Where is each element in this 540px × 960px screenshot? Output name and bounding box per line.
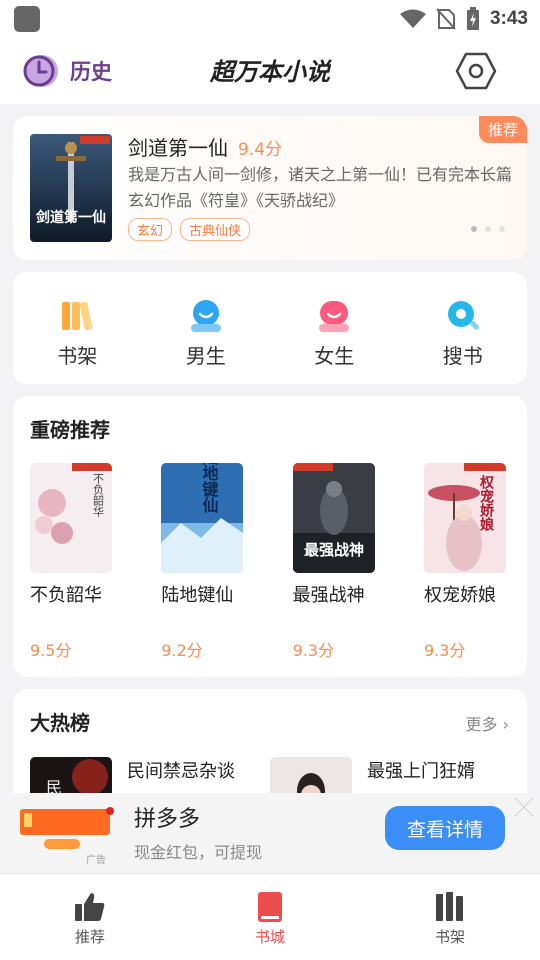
- tab-label: 书城: [254, 928, 285, 946]
- book-name: 最强战神: [292, 585, 365, 606]
- tab-bookshelf[interactable]: 书架: [360, 874, 540, 960]
- quick-nav-label: 书架: [57, 344, 98, 368]
- cover-art: 权宠娇娘: [423, 463, 506, 573]
- tab-bookstore[interactable]: 书城: [180, 874, 360, 960]
- close-icon[interactable]: [512, 795, 536, 819]
- tab-recommend[interactable]: 推荐: [0, 874, 180, 960]
- banner-tags: 玄幻 古典仙侠: [128, 218, 251, 241]
- cover-art: 最强战神: [292, 463, 375, 573]
- genre-tag[interactable]: 玄幻: [128, 218, 173, 241]
- quick-nav-label: 男生: [185, 344, 226, 368]
- book-score: 9.3分: [423, 641, 466, 660]
- status-time: 3:43: [489, 8, 528, 29]
- book-score: 9.3分: [292, 641, 335, 660]
- recommend-tag: 推荐: [478, 116, 527, 143]
- status-bar: 3:43: [0, 0, 540, 38]
- banner-book-description: 我是万古人间一剑修，诸天之上第一仙！已有完本长篇玄幻作品《符皇》《天骄战纪》: [128, 165, 513, 210]
- wifi-icon: [399, 9, 426, 28]
- carousel-indicator: [471, 226, 505, 232]
- quick-nav-label: 搜书: [442, 344, 483, 368]
- banner-book-score: 9.4分: [238, 140, 283, 160]
- banner-book-title: 剑道第一仙: [128, 136, 228, 160]
- app-bar: 历史 超万本小说: [0, 38, 540, 104]
- banner-book-cover[interactable]: 剑道第一仙: [30, 134, 112, 242]
- tab-label: 推荐: [74, 928, 105, 946]
- carousel-dot: [471, 226, 477, 232]
- book-cover[interactable]: 不负韶华: [30, 463, 112, 573]
- quick-nav-male[interactable]: 男生: [142, 272, 271, 384]
- svg-text:剑道第一仙: 剑道第一仙: [35, 209, 106, 226]
- status-indicators: 3:43: [399, 5, 528, 33]
- female-icon: [319, 301, 350, 332]
- bookshelf-icon: [436, 892, 463, 921]
- hot-list-title: 大热榜: [30, 711, 90, 735]
- recommend-banner[interactable]: 推荐 剑道第一仙 剑道第一仙 9.4分 我是万古人间一剑修，诸天之上第一仙！已有…: [13, 116, 527, 260]
- bottom-tab-bar: 推荐 书城 书架: [0, 873, 540, 960]
- book-score: 9.2分: [161, 641, 203, 660]
- quick-nav: 书架 男生 女生 搜书: [13, 272, 527, 384]
- settings-button[interactable]: [454, 49, 498, 93]
- tab-label: 书架: [434, 928, 465, 946]
- book-cover[interactable]: 最强战神: [292, 463, 375, 573]
- book-item[interactable]: 不负韶华 不负韶华 9.5分: [30, 463, 116, 661]
- book-name: 不负韶华: [30, 585, 102, 606]
- ad-subtitle: 现金红包，可提现: [134, 843, 263, 862]
- male-icon: [190, 300, 221, 332]
- book-score: 9.5分: [30, 641, 72, 660]
- banner-title-row: 剑道第一仙 9.4分: [128, 132, 282, 161]
- bookshelf-icon: [62, 301, 93, 331]
- svg-text:最强战神: 最强战神: [304, 541, 364, 559]
- quick-nav-bookshelf[interactable]: 书架: [13, 272, 142, 384]
- svg-text:陆地键仙: 陆地键仙: [200, 463, 220, 514]
- book-item[interactable]: 陆地键仙 陆地键仙 9.2分: [161, 463, 247, 661]
- quick-nav-female[interactable]: 女生: [270, 272, 399, 384]
- more-label: 更多: [465, 715, 498, 734]
- featured-title: 重磅推荐: [30, 418, 110, 442]
- book-cover[interactable]: 权宠娇娘: [423, 463, 506, 573]
- quick-nav-label: 女生: [314, 344, 355, 368]
- settings-hexagon-icon: [455, 52, 497, 90]
- genre-tag[interactable]: 古典仙侠: [180, 218, 251, 241]
- cover-art: 陆地键仙: [161, 463, 244, 573]
- chevron-right-icon: ›: [502, 715, 509, 734]
- book-icon: [258, 892, 282, 922]
- carousel-dot: [485, 226, 491, 232]
- sword-cover-art: 剑道第一仙: [30, 134, 112, 242]
- featured-books: 不负韶华 不负韶华 9.5分 陆地键仙 陆地键仙 9.2分 最强战神 最强战神 …: [30, 463, 510, 661]
- svg-text:权宠娇娘: 权宠娇娘: [478, 474, 495, 532]
- ad-label: 广告: [86, 855, 106, 866]
- ad-banner[interactable]: 广告 拼多多 现金红包，可提现 查看详情: [0, 793, 540, 873]
- book-name: 陆地键仙: [161, 585, 234, 606]
- quick-nav-search[interactable]: 搜书: [399, 272, 528, 384]
- app-notification-icon: [14, 6, 40, 32]
- book-name: 权宠娇娘: [423, 585, 496, 606]
- svg-text:不负韶华: 不负韶华: [92, 473, 105, 517]
- ad-title: 拼多多: [134, 807, 201, 832]
- featured-section: 重磅推荐 不负韶华 不负韶华 9.5分 陆地键仙 陆地键仙 9.2分 最强战神 …: [13, 396, 527, 677]
- book-cover[interactable]: 陆地键仙: [161, 463, 244, 573]
- battery-icon: [466, 7, 479, 30]
- thumbs-up-icon: [75, 893, 105, 921]
- more-link[interactable]: 更多 ›: [465, 711, 509, 735]
- no-sim-icon: [436, 8, 456, 30]
- ad-details-button[interactable]: 查看详情: [385, 806, 505, 850]
- book-item[interactable]: 权宠娇娘 权宠娇娘 9.3分: [423, 463, 510, 661]
- carousel-dot: [499, 226, 505, 232]
- cover-art: 不负韶华: [30, 463, 112, 573]
- book-item[interactable]: 最强战神 最强战神 9.3分: [292, 463, 379, 661]
- search-icon: [447, 301, 479, 330]
